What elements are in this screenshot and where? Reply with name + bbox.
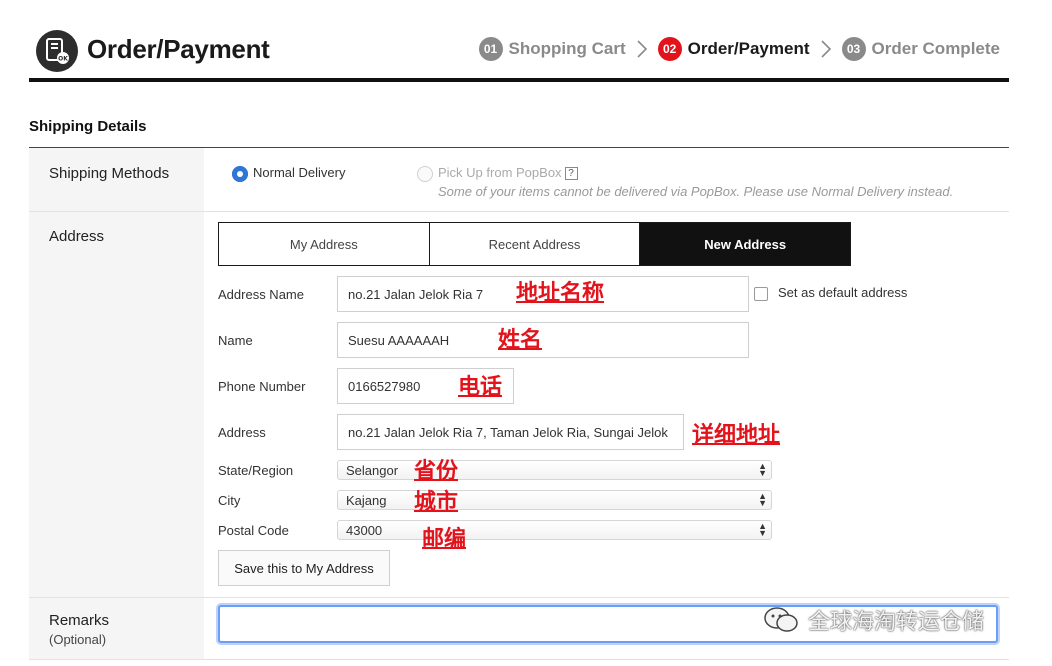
step-number: 02	[657, 37, 682, 61]
address-label: Address	[218, 425, 266, 440]
city-value: Kajang	[346, 492, 387, 508]
step-shopping-cart: 01 Shopping Cart	[478, 37, 626, 61]
annotation-address: 详细地址	[692, 423, 781, 448]
select-arrows-icon: ▲ ▼	[758, 491, 767, 508]
step-order-payment: 02 Order/Payment	[657, 37, 810, 61]
address-label-cell	[29, 212, 204, 597]
annotation-name: 姓名	[498, 328, 543, 353]
step-number: 03	[841, 37, 866, 61]
tab-my-address[interactable]: My Address	[219, 223, 430, 265]
page-title: Order/Payment	[87, 34, 270, 64]
annotation-state: 省份	[414, 459, 459, 484]
annotation-address-name: 地址名称	[516, 281, 605, 306]
state-label: State/Region	[218, 463, 294, 478]
step-label: Order Complete	[871, 39, 1000, 58]
popbox-label: Pick Up from PopBox	[438, 165, 562, 180]
address-input[interactable]: no.21 Jalan Jelok Ria 7, Taman Jelok Ria…	[337, 414, 684, 450]
chevron-right-icon	[820, 40, 831, 58]
row-divider	[29, 659, 1009, 660]
popbox-radio[interactable]	[417, 166, 433, 182]
default-address-checkbox[interactable]	[754, 287, 768, 301]
address-tabs: My Address Recent Address New Address	[218, 222, 851, 266]
address-name-label: Address Name	[218, 287, 304, 302]
postal-select[interactable]: 43000 ▲ ▼	[337, 520, 772, 540]
postal-label: Postal Code	[218, 523, 289, 538]
annotation-postal: 邮编	[422, 527, 467, 552]
watermark: 全球海淘转运仓储	[762, 604, 984, 636]
default-address-label[interactable]: Set as default address	[778, 285, 907, 300]
city-select[interactable]: Kajang ▲ ▼	[337, 490, 772, 510]
step-number: 01	[478, 37, 503, 61]
state-value: Selangor	[346, 462, 399, 478]
annotation-city: 城市	[414, 490, 459, 515]
row-divider	[29, 597, 1009, 598]
select-arrows-icon: ▲ ▼	[758, 521, 767, 538]
help-icon[interactable]: ?	[564, 167, 578, 180]
postal-value: 43000	[346, 522, 383, 538]
header-divider	[29, 78, 1009, 82]
order-payment-icon: OK	[36, 30, 78, 72]
annotation-phone: 电话	[458, 375, 503, 400]
shipping-methods-label: Shipping Methods	[49, 165, 170, 182]
name-input[interactable]: Suesu AAAAAAH	[337, 322, 749, 358]
city-label: City	[218, 493, 241, 508]
wechat-icon	[764, 607, 798, 632]
section-title: Shipping Details	[29, 118, 147, 135]
step-order-complete: 03 Order Complete	[841, 37, 1000, 61]
normal-delivery-radio[interactable]	[232, 166, 248, 182]
tab-new-address[interactable]: New Address	[640, 223, 851, 265]
checkout-steps: 01 Shopping Cart 02 Order/Payment 03 Ord…	[478, 37, 1000, 61]
step-label: Shopping Cart	[508, 39, 626, 58]
popbox-note: Some of your items cannot be delivered v…	[438, 184, 954, 199]
watermark-text: 全球海淘转运仓储	[808, 610, 985, 635]
state-select[interactable]: Selangor ▲ ▼	[337, 460, 772, 480]
name-label: Name	[218, 333, 253, 348]
save-address-button[interactable]: Save this to My Address	[218, 550, 390, 586]
remarks-label: Remarks	[49, 612, 110, 629]
page-header: OK Order/Payment 01 Shopping Cart 02 Ord…	[0, 0, 1052, 82]
tab-recent-address[interactable]: Recent Address	[429, 223, 641, 265]
remarks-optional-label: (Optional)	[49, 632, 107, 647]
step-label: Order/Payment	[687, 39, 810, 58]
normal-delivery-label[interactable]: Normal Delivery	[253, 165, 345, 180]
select-arrows-icon: ▲ ▼	[758, 461, 767, 478]
popbox-option[interactable]: Pick Up from PopBox?	[438, 165, 578, 180]
address-section-label: Address	[49, 228, 105, 245]
chevron-right-icon	[637, 40, 647, 58]
svg-text:OK: OK	[58, 56, 68, 63]
phone-label: Phone Number	[218, 379, 306, 394]
row-divider	[29, 211, 1009, 212]
